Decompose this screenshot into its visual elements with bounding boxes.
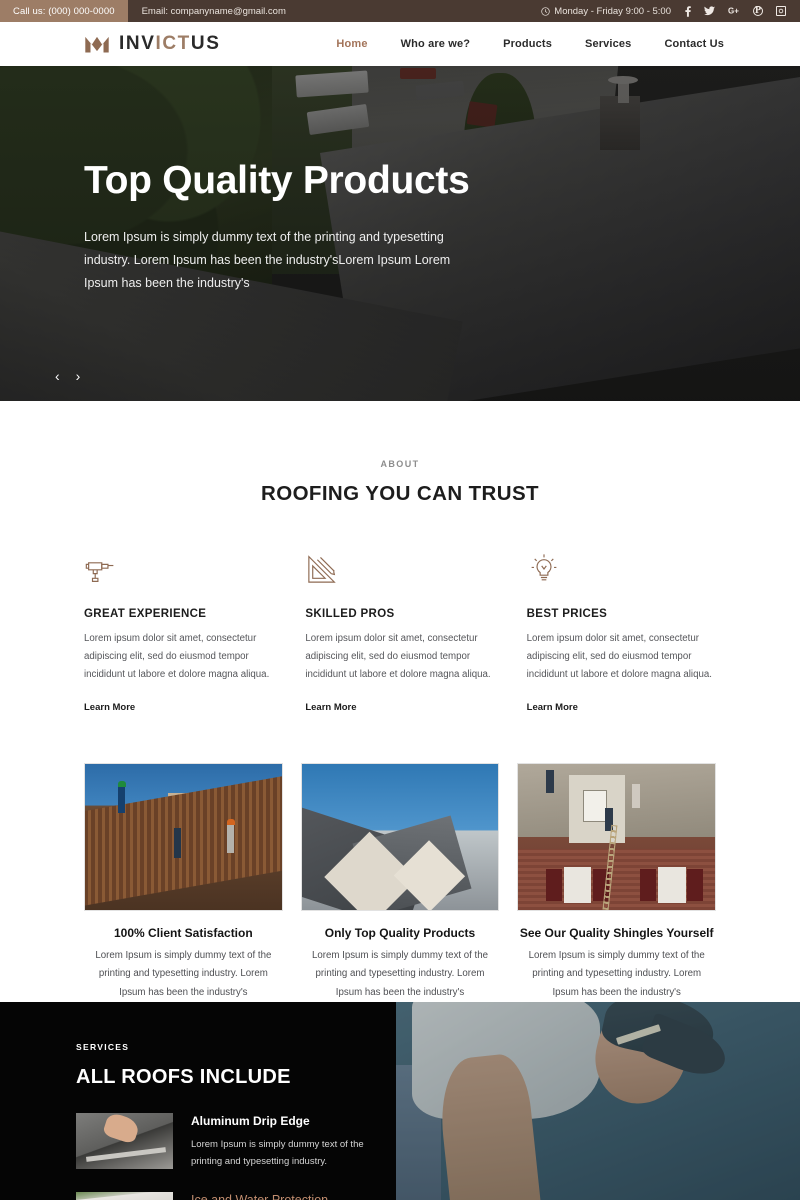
service-item-title: Aluminum Drip Edge	[191, 1114, 310, 1129]
hero-carousel: Top Quality Products Lorem Ipsum is simp…	[0, 66, 800, 401]
nav-item-services[interactable]: Services	[585, 38, 631, 50]
learn-more-link[interactable]: Learn More	[527, 702, 578, 713]
roofer-with-cap-photo	[392, 1002, 800, 1200]
topbar-contact-group: Call us: (000) 000-0000 Email: companyna…	[0, 0, 300, 22]
feature-body: Lorem ipsum dolor sit amet, consectetur …	[526, 633, 712, 680]
feature-card: GREAT EXPERIENCE Lorem ipsum dolor sit a…	[84, 552, 273, 715]
feature-title: SKILLED PROS	[305, 608, 395, 620]
nav-links: Home Who are we? Products Services Conta…	[336, 38, 724, 50]
hero-subtitle: Lorem Ipsum is simply dummy text of the …	[84, 229, 451, 291]
service-list-item[interactable]: Aluminum Drip Edge Lorem Ipsum is simply…	[76, 1113, 396, 1170]
card-title: Only Top Quality Products	[324, 925, 476, 940]
drip-edge-install-photo	[76, 1113, 173, 1170]
crew-reshingling-house-photo	[517, 762, 717, 911]
service-item-body-wrap: Aluminum Drip Edge Lorem Ipsum is simply…	[191, 1113, 396, 1170]
shingled-house-gables-photo	[300, 762, 500, 911]
topbar-right-group: Monday - Friday 9:00 - 5:00 G+ P	[541, 0, 800, 22]
svg-text:G+: G+	[728, 7, 739, 16]
drill-icon	[84, 552, 273, 588]
phone-label[interactable]: Call us: (000) 000-0000	[0, 0, 128, 22]
service-item-title: Ice and Water Protection	[191, 1193, 396, 1200]
google-plus-icon[interactable]: G+	[728, 6, 740, 16]
about-section: ABOUT ROOFING YOU CAN TRUST GREAT EXPERI…	[0, 401, 800, 1003]
card-body: Lorem Ipsum is simply dummy text of the …	[95, 949, 272, 998]
carousel-next-icon[interactable]: ›	[76, 369, 81, 383]
highlight-card[interactable]: Only Top Quality Products Lorem Ipsum is…	[300, 762, 500, 1002]
feature-body: Lorem ipsum dolor sit amet, consectetur …	[305, 633, 491, 680]
feature-title: BEST PRICES	[526, 608, 608, 620]
main-navbar: INVICTUS Home Who are we? Products Servi…	[0, 22, 800, 66]
services-title: ALL ROOFS INCLUDE	[76, 1066, 291, 1089]
service-item-text: Lorem Ipsum is simply dummy text of the …	[191, 1139, 364, 1168]
service-list-item[interactable]: Ice and Water Protection Lorem Ipsum is …	[76, 1192, 396, 1200]
crown-logo-icon	[84, 34, 110, 54]
services-eyebrow: SERVICES	[76, 1042, 130, 1053]
instagram-icon[interactable]	[776, 6, 786, 16]
carousel-prev-icon[interactable]: ‹	[55, 369, 60, 383]
feature-card: SKILLED PROS Lorem ipsum dolor sit amet,…	[305, 552, 494, 715]
facebook-icon[interactable]	[685, 5, 691, 17]
card-body: Lorem Ipsum is simply dummy text of the …	[311, 949, 489, 998]
twitter-icon[interactable]	[704, 6, 715, 16]
business-hours: Monday - Friday 9:00 - 5:00	[541, 6, 671, 17]
hero-content: Top Quality Products Lorem Ipsum is simp…	[0, 66, 520, 295]
ruler-pencil-icon	[305, 552, 494, 588]
highlight-card[interactable]: 100% Client Satisfaction Lorem Ipsum is …	[84, 762, 283, 1002]
email-label[interactable]: Email: companyname@gmail.com	[128, 0, 300, 22]
card-title: 100% Client Satisfaction	[113, 925, 253, 940]
services-section: SERVICES ALL ROOFS INCLUDE Aluminum Drip…	[0, 1002, 800, 1200]
highlight-cards: 100% Client Satisfaction Lorem Ipsum is …	[0, 715, 800, 1002]
feature-card: BEST PRICES Lorem ipsum dolor sit amet, …	[527, 552, 716, 715]
learn-more-link[interactable]: Learn More	[84, 702, 135, 713]
social-links: G+ P	[685, 6, 786, 17]
service-item-body-wrap: Ice and Water Protection Lorem Ipsum is …	[191, 1192, 396, 1200]
services-content: SERVICES ALL ROOFS INCLUDE Aluminum Drip…	[0, 1002, 396, 1200]
learn-more-link[interactable]: Learn More	[305, 702, 356, 713]
business-hours-label: Monday - Friday 9:00 - 5:00	[554, 5, 671, 17]
feature-title: GREAT EXPERIENCE	[84, 608, 207, 620]
about-eyebrow: ABOUT	[380, 459, 420, 469]
ice-water-membrane-photo	[76, 1192, 173, 1200]
pinterest-icon[interactable]: P	[753, 6, 763, 16]
nav-item-products[interactable]: Products	[503, 38, 552, 50]
top-utility-bar: Call us: (000) 000-0000 Email: companyna…	[0, 0, 800, 22]
card-title: See Our Quality Shingles Yourself	[519, 925, 714, 940]
highlight-card[interactable]: See Our Quality Shingles Yourself Lorem …	[517, 762, 717, 1002]
nav-item-home[interactable]: Home	[336, 38, 367, 50]
about-title: ROOFING YOU CAN TRUST	[261, 482, 539, 505]
feature-list: GREAT EXPERIENCE Lorem ipsum dolor sit a…	[0, 506, 800, 715]
feature-body: Lorem ipsum dolor sit amet, consectetur …	[84, 633, 270, 680]
lightbulb-icon	[527, 552, 716, 588]
hero-title: Top Quality Products	[84, 159, 470, 202]
card-body: Lorem Ipsum is simply dummy text of the …	[528, 949, 705, 998]
nav-item-who-are-we[interactable]: Who are we?	[401, 38, 471, 50]
brand-name: INVICTUS	[119, 33, 221, 54]
nav-item-contact-us[interactable]: Contact Us	[664, 38, 724, 50]
roofers-on-tiled-roof-photo	[84, 762, 283, 911]
brand-logo[interactable]: INVICTUS	[84, 33, 221, 55]
clock-icon	[541, 6, 550, 16]
carousel-controls: ‹ ›	[55, 369, 80, 383]
